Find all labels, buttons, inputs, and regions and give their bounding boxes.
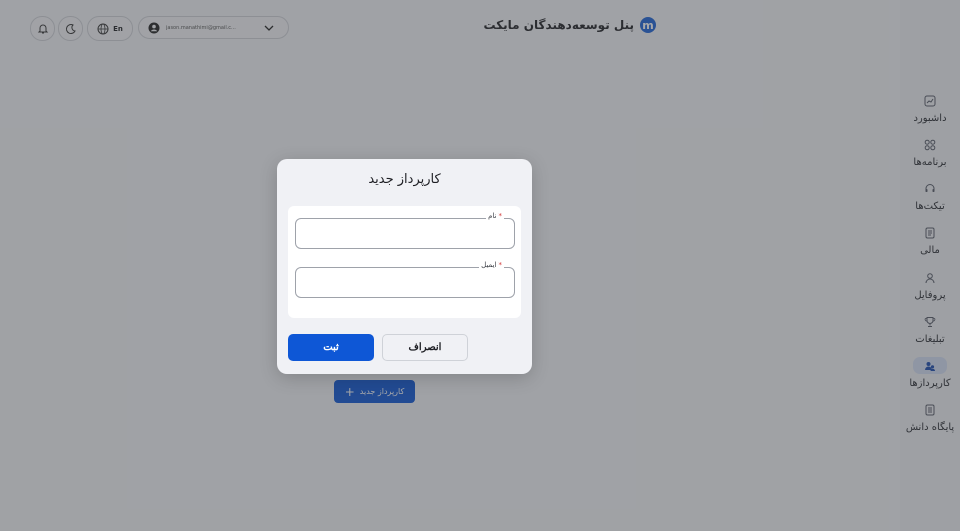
email-input[interactable] [296, 268, 514, 297]
submit-button[interactable]: ثبت [288, 334, 374, 361]
dialog-title: کارپرداز جدید [368, 172, 441, 187]
name-input[interactable] [296, 219, 514, 248]
required-mark: * [498, 212, 503, 220]
email-field-label: *ایمیل [479, 261, 504, 269]
name-field-label: *نام [486, 212, 504, 220]
name-field[interactable]: *نام [295, 212, 515, 249]
new-agent-dialog: کارپرداز جدید *نام *ایمیل ثبت انصراف [277, 159, 532, 374]
cancel-button[interactable]: انصراف [382, 334, 468, 361]
email-field[interactable]: *ایمیل [295, 261, 515, 298]
required-mark: * [498, 261, 503, 269]
form-card: *نام *ایمیل [288, 206, 521, 318]
